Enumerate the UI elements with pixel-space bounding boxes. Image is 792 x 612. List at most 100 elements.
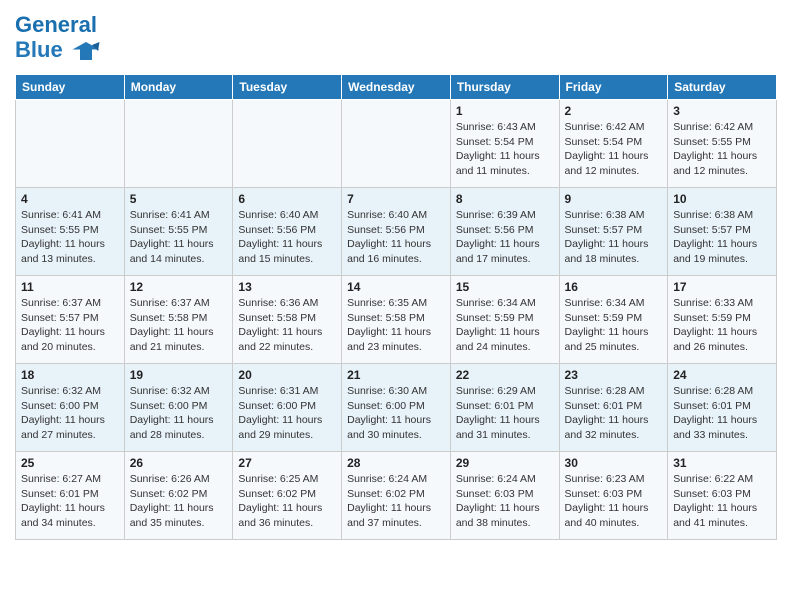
day-number: 27 — [238, 456, 336, 470]
calendar-cell: 22 Sunrise: 6:29 AM Sunset: 6:01 PM Dayli… — [450, 364, 559, 452]
weekday-header: Friday — [559, 75, 668, 100]
weekday-header: Wednesday — [342, 75, 451, 100]
calendar-cell: 19 Sunrise: 6:32 AM Sunset: 6:00 PM Dayli… — [124, 364, 233, 452]
day-info: Sunrise: 6:25 AM Sunset: 6:02 PM Dayligh… — [238, 472, 336, 531]
day-number: 14 — [347, 280, 445, 294]
calendar-cell: 29Sunrise: 6:24 AM Sunset: 6:03 PM Dayli… — [450, 452, 559, 540]
day-number: 19 — [130, 368, 228, 382]
day-number: 11 — [21, 280, 119, 294]
day-info: Sunrise: 6:36 AM Sunset: 5:58 PM Dayligh… — [238, 296, 336, 355]
calendar-cell: 7Sunrise: 6:40 AM Sunset: 5:56 PM Daylig… — [342, 188, 451, 276]
day-info: Sunrise: 6:41 AM Sunset: 5:55 PM Dayligh… — [130, 208, 228, 267]
calendar-cell: 5 Sunrise: 6:41 AM Sunset: 5:55 PM Daylig… — [124, 188, 233, 276]
calendar-cell: 13Sunrise: 6:36 AM Sunset: 5:58 PM Dayli… — [233, 276, 342, 364]
day-info: Sunrise: 6:29 AM Sunset: 6:01 PM Dayligh… — [456, 384, 554, 443]
day-info: Sunrise: 6:41 AM Sunset: 5:55 PM Dayligh… — [21, 208, 119, 267]
weekday-header: Sunday — [16, 75, 125, 100]
day-number: 30 — [565, 456, 663, 470]
day-number: 24 — [673, 368, 771, 382]
day-info: Sunrise: 6:26 AM Sunset: 6:02 PM Dayligh… — [130, 472, 228, 531]
day-number: 1 — [456, 104, 554, 118]
day-number: 16 — [565, 280, 663, 294]
day-info: Sunrise: 6:35 AM Sunset: 5:58 PM Dayligh… — [347, 296, 445, 355]
calendar-cell: 11 Sunrise: 6:37 AM Sunset: 5:57 PM Dayli… — [16, 276, 125, 364]
calendar-cell: 18Sunrise: 6:32 AM Sunset: 6:00 PM Dayli… — [16, 364, 125, 452]
day-info: Sunrise: 6:37 AM Sunset: 5:58 PM Dayligh… — [130, 296, 228, 355]
calendar-cell: 24Sunrise: 6:28 AM Sunset: 6:01 PM Dayli… — [668, 364, 777, 452]
calendar-cell: 6 Sunrise: 6:40 AM Sunset: 5:56 PM Daylig… — [233, 188, 342, 276]
day-number: 2 — [565, 104, 663, 118]
day-number: 29 — [456, 456, 554, 470]
day-info: Sunrise: 6:24 AM Sunset: 6:02 PM Dayligh… — [347, 472, 445, 531]
day-info: Sunrise: 6:43 AM Sunset: 5:54 PM Dayligh… — [456, 120, 554, 179]
calendar-cell: 25 Sunrise: 6:27 AM Sunset: 6:01 PM Dayli… — [16, 452, 125, 540]
day-info: Sunrise: 6:28 AM Sunset: 6:01 PM Dayligh… — [565, 384, 663, 443]
day-info: Sunrise: 6:42 AM Sunset: 5:54 PM Dayligh… — [565, 120, 663, 179]
calendar-week-row: 4 Sunrise: 6:41 AM Sunset: 5:55 PM Daylig… — [16, 188, 777, 276]
day-info: Sunrise: 6:27 AM Sunset: 6:01 PM Dayligh… — [21, 472, 119, 531]
day-info: Sunrise: 6:39 AM Sunset: 5:56 PM Dayligh… — [456, 208, 554, 267]
day-number: 22 — [456, 368, 554, 382]
calendar-week-row: 18Sunrise: 6:32 AM Sunset: 6:00 PM Dayli… — [16, 364, 777, 452]
weekday-header: Monday — [124, 75, 233, 100]
day-number: 26 — [130, 456, 228, 470]
day-info: Sunrise: 6:38 AM Sunset: 5:57 PM Dayligh… — [565, 208, 663, 267]
calendar-cell: 26 Sunrise: 6:26 AM Sunset: 6:02 PM Dayli… — [124, 452, 233, 540]
day-info: Sunrise: 6:30 AM Sunset: 6:00 PM Dayligh… — [347, 384, 445, 443]
calendar-cell — [342, 100, 451, 188]
day-info: Sunrise: 6:42 AM Sunset: 5:55 PM Dayligh… — [673, 120, 771, 179]
day-number: 21 — [347, 368, 445, 382]
calendar-cell: 20 Sunrise: 6:31 AM Sunset: 6:00 PM Dayli… — [233, 364, 342, 452]
calendar-week-row: 11 Sunrise: 6:37 AM Sunset: 5:57 PM Dayli… — [16, 276, 777, 364]
calendar-cell: 14 Sunrise: 6:35 AM Sunset: 5:58 PM Dayli… — [342, 276, 451, 364]
calendar-week-row: 1 Sunrise: 6:43 AM Sunset: 5:54 PM Daylig… — [16, 100, 777, 188]
calendar-cell: 12 Sunrise: 6:37 AM Sunset: 5:58 PM Dayli… — [124, 276, 233, 364]
calendar-cell: 21 Sunrise: 6:30 AM Sunset: 6:00 PM Dayli… — [342, 364, 451, 452]
page-header: General Blue — [15, 10, 777, 66]
weekday-header-row: SundayMondayTuesdayWednesdayThursdayFrid… — [16, 75, 777, 100]
calendar-cell: 9 Sunrise: 6:38 AM Sunset: 5:57 PM Daylig… — [559, 188, 668, 276]
calendar-cell: 27 Sunrise: 6:25 AM Sunset: 6:02 PM Dayli… — [233, 452, 342, 540]
day-info: Sunrise: 6:31 AM Sunset: 6:00 PM Dayligh… — [238, 384, 336, 443]
day-number: 7 — [347, 192, 445, 206]
calendar-header: SundayMondayTuesdayWednesdayThursdayFrid… — [16, 75, 777, 100]
day-info: Sunrise: 6:40 AM Sunset: 5:56 PM Dayligh… — [238, 208, 336, 267]
calendar-cell: 10Sunrise: 6:38 AM Sunset: 5:57 PM Dayli… — [668, 188, 777, 276]
day-number: 5 — [130, 192, 228, 206]
weekday-header: Saturday — [668, 75, 777, 100]
weekday-header: Thursday — [450, 75, 559, 100]
calendar-cell: 28Sunrise: 6:24 AM Sunset: 6:02 PM Dayli… — [342, 452, 451, 540]
logo: General Blue — [15, 14, 101, 66]
weekday-header: Tuesday — [233, 75, 342, 100]
day-number: 12 — [130, 280, 228, 294]
day-number: 23 — [565, 368, 663, 382]
day-number: 9 — [565, 192, 663, 206]
day-number: 6 — [238, 192, 336, 206]
day-number: 25 — [21, 456, 119, 470]
calendar-cell: 16 Sunrise: 6:34 AM Sunset: 5:59 PM Dayli… — [559, 276, 668, 364]
day-number: 4 — [21, 192, 119, 206]
calendar-cell: 3 Sunrise: 6:42 AM Sunset: 5:55 PM Daylig… — [668, 100, 777, 188]
calendar-cell: 2 Sunrise: 6:42 AM Sunset: 5:54 PM Daylig… — [559, 100, 668, 188]
calendar-cell — [16, 100, 125, 188]
calendar-cell — [233, 100, 342, 188]
day-number: 3 — [673, 104, 771, 118]
day-number: 17 — [673, 280, 771, 294]
day-info: Sunrise: 6:34 AM Sunset: 5:59 PM Dayligh… — [565, 296, 663, 355]
logo-text: General — [15, 14, 101, 36]
day-number: 31 — [673, 456, 771, 470]
day-info: Sunrise: 6:23 AM Sunset: 6:03 PM Dayligh… — [565, 472, 663, 531]
day-info: Sunrise: 6:32 AM Sunset: 6:00 PM Dayligh… — [21, 384, 119, 443]
calendar-cell: 30 Sunrise: 6:23 AM Sunset: 6:03 PM Dayli… — [559, 452, 668, 540]
day-info: Sunrise: 6:37 AM Sunset: 5:57 PM Dayligh… — [21, 296, 119, 355]
calendar-cell: 1 Sunrise: 6:43 AM Sunset: 5:54 PM Daylig… — [450, 100, 559, 188]
day-info: Sunrise: 6:32 AM Sunset: 6:00 PM Dayligh… — [130, 384, 228, 443]
day-number: 20 — [238, 368, 336, 382]
calendar-cell: 4 Sunrise: 6:41 AM Sunset: 5:55 PM Daylig… — [16, 188, 125, 276]
calendar-body: 1 Sunrise: 6:43 AM Sunset: 5:54 PM Daylig… — [16, 100, 777, 540]
calendar-week-row: 25 Sunrise: 6:27 AM Sunset: 6:01 PM Dayli… — [16, 452, 777, 540]
day-info: Sunrise: 6:38 AM Sunset: 5:57 PM Dayligh… — [673, 208, 771, 267]
calendar-table: SundayMondayTuesdayWednesdayThursdayFrid… — [15, 74, 777, 540]
calendar-cell — [124, 100, 233, 188]
day-number: 15 — [456, 280, 554, 294]
